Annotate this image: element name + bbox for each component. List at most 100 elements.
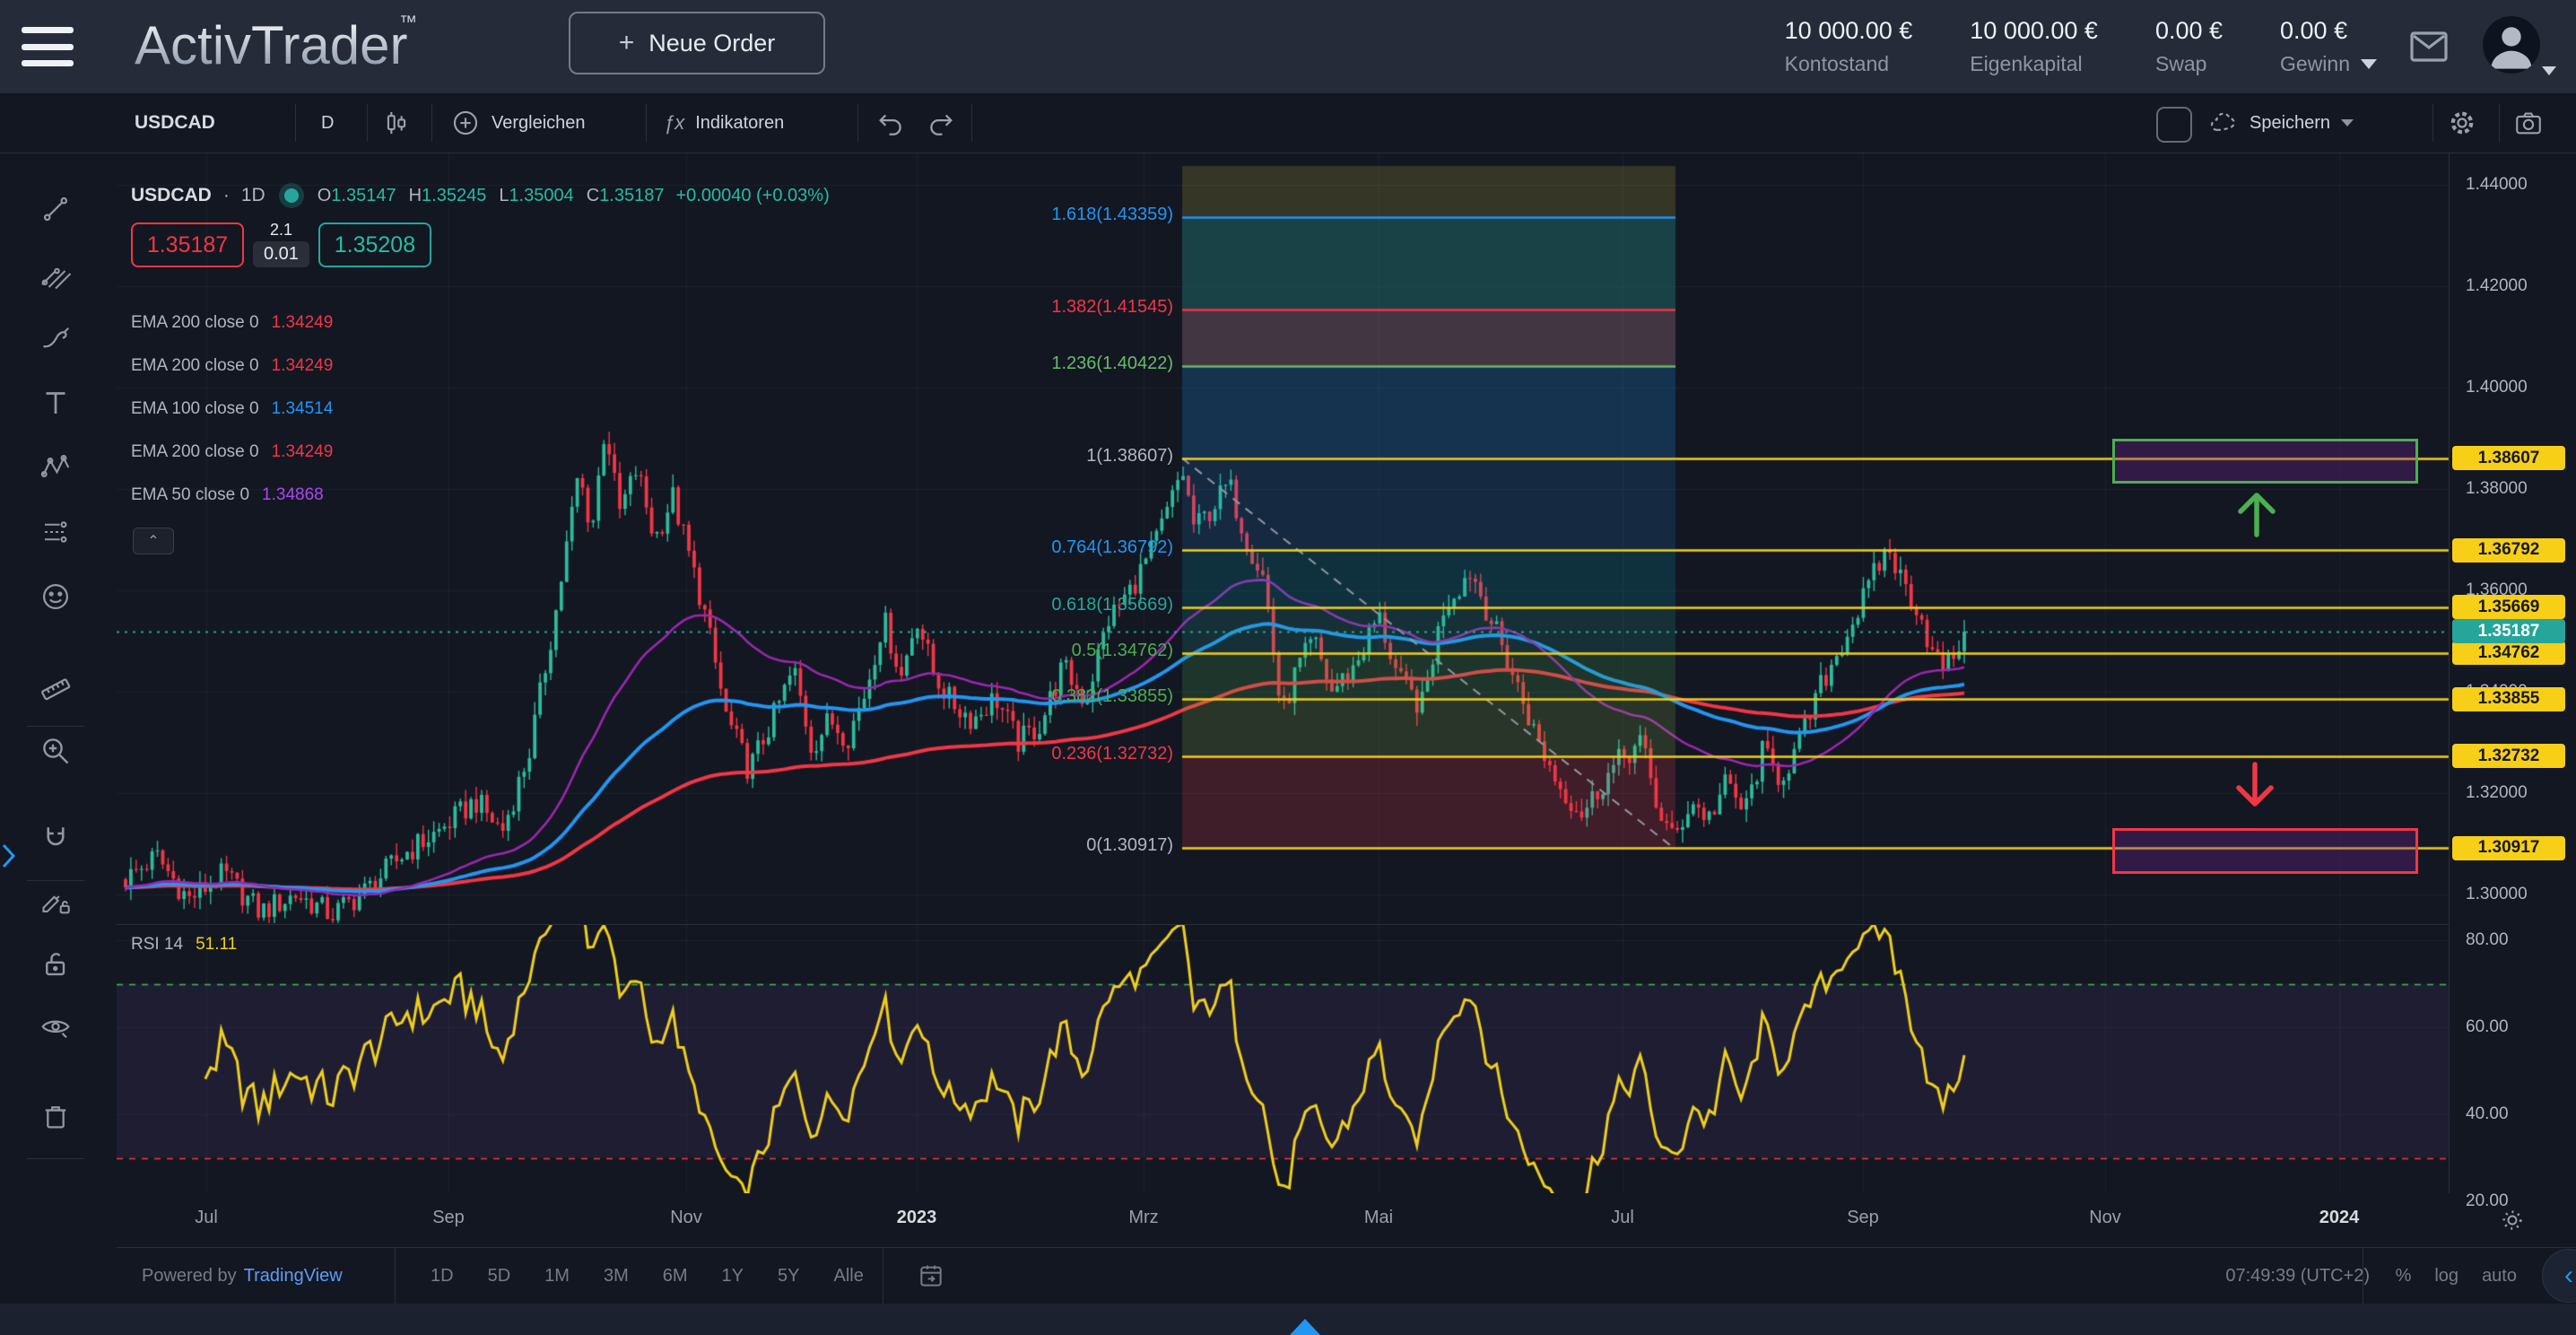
range-1d[interactable]: 1D — [420, 1261, 465, 1292]
clock[interactable]: 07:49:39 (UTC+2) — [2225, 1248, 2370, 1304]
new-order-button[interactable]: + Neue Order — [569, 12, 825, 74]
account-label: Gewinn — [2280, 52, 2350, 76]
log-toggle[interactable]: log — [2434, 1266, 2459, 1287]
chart-canvas[interactable] — [0, 0, 2576, 1335]
lot-size-field[interactable]: 0.01 — [253, 241, 309, 267]
goto-date-icon[interactable] — [917, 1261, 945, 1290]
candles-icon — [381, 108, 412, 138]
account-label: Kontostand — [1785, 52, 1913, 76]
undo-button[interactable] — [875, 93, 906, 153]
eye-icon[interactable] — [35, 1007, 76, 1048]
rsi-tick-label: 80.00 — [2466, 930, 2509, 950]
time-axis[interactable]: ❮ JulSepNov2023MrzMaiJulSepNov2024 — [0, 1193, 2576, 1247]
range-1m[interactable]: 1M — [534, 1261, 580, 1292]
sell-button[interactable]: 1.35187 — [131, 222, 244, 267]
save-caret-icon — [2341, 119, 2354, 127]
circle-plus-icon — [450, 108, 481, 138]
percent-toggle[interactable]: % — [2396, 1266, 2412, 1287]
magnet-icon[interactable] — [35, 818, 76, 859]
account-value: 0.00 € — [2280, 17, 2350, 45]
time-tick-label: Nov — [670, 1208, 702, 1228]
brush-icon[interactable] — [35, 318, 76, 359]
range-1y[interactable]: 1Y — [711, 1261, 754, 1292]
emoji-icon[interactable] — [35, 576, 76, 617]
spread-value: 2.1 — [270, 221, 292, 240]
settings-button[interactable] — [2447, 93, 2477, 153]
indicators-button[interactable]: ƒx Indikatoren — [664, 93, 784, 153]
price-axis[interactable]: 1.440001.420001.400001.380001.360001.340… — [2450, 153, 2576, 1247]
compare-button[interactable]: Vergleichen — [450, 93, 586, 153]
fib-icon[interactable] — [35, 253, 76, 294]
account-metric: 10 000.00 € Kontostand — [1785, 17, 1913, 76]
target-box-buy[interactable] — [2112, 439, 2418, 484]
price-tick-label: 1.44000 — [2466, 175, 2528, 195]
ruler-icon[interactable] — [35, 666, 76, 707]
account-metric: 10 000.00 €Eigenkapital — [1970, 17, 2098, 76]
time-tick-label: Nov — [2089, 1208, 2121, 1228]
trendline-icon[interactable] — [35, 188, 76, 230]
fx-icon: ƒx — [664, 111, 684, 135]
buy-button[interactable]: 1.35208 — [318, 222, 431, 267]
trademark: ™ — [399, 13, 417, 33]
avatar-caret-icon[interactable] — [2542, 66, 2556, 75]
drawing-toolbar — [0, 93, 117, 1303]
chart-style-button[interactable] — [381, 93, 412, 153]
mail-icon[interactable] — [2407, 25, 2450, 68]
auto-toggle[interactable]: auto — [2482, 1266, 2517, 1287]
account-caret-icon[interactable] — [2361, 59, 2377, 69]
time-tick-label: Mrz — [1128, 1208, 1158, 1228]
range-5y[interactable]: 5Y — [767, 1261, 810, 1292]
time-tick-label: Mai — [1364, 1208, 1393, 1228]
price-badge: 1.32732 — [2452, 744, 2565, 768]
legend-collapse-button[interactable]: ⌃ — [133, 528, 174, 554]
save-button[interactable]: Speichern — [2208, 93, 2354, 153]
rsi-tick-label: 20.00 — [2466, 1191, 2509, 1211]
range-3m[interactable]: 3M — [593, 1261, 640, 1292]
interval-button[interactable]: D — [321, 93, 334, 153]
time-tick-label: Jul — [195, 1208, 218, 1228]
redo-icon — [926, 108, 956, 138]
screenshot-button[interactable] — [2513, 93, 2544, 153]
range-5d[interactable]: 5D — [477, 1261, 522, 1292]
time-tick-label: Sep — [1847, 1208, 1879, 1228]
cloud-icon — [2208, 108, 2239, 138]
rsi-legend: RSI 14 51.11 — [131, 935, 237, 955]
price-badge: 1.38607 — [2452, 446, 2565, 470]
time-tick-label: Sep — [432, 1208, 465, 1228]
top-bar: ActivTrader ™ + Neue Order 10 000.00 €Ko… — [0, 0, 2576, 93]
range-6m[interactable]: 6M — [652, 1261, 699, 1292]
menu-icon[interactable] — [22, 27, 74, 66]
price-badge: 1.33855 — [2452, 687, 2565, 711]
redo-button[interactable] — [926, 93, 956, 153]
new-order-label: Neue Order — [648, 30, 775, 57]
price-tick-label: 1.30000 — [2466, 885, 2528, 904]
position-icon[interactable] — [35, 511, 76, 553]
price-tick-label: 1.40000 — [2466, 378, 2528, 397]
price-badge: 1.34762 — [2452, 641, 2565, 665]
notification-logo-tip — [1290, 1319, 1320, 1335]
layout-checkbox[interactable] — [2156, 107, 2192, 143]
trash-icon[interactable] — [35, 1096, 76, 1138]
time-tick-label: 2024 — [2319, 1208, 2360, 1228]
pane-separator[interactable] — [117, 924, 2449, 925]
text-icon[interactable] — [35, 382, 76, 423]
symbol-button[interactable]: USDCAD — [135, 93, 215, 153]
draw-lock-icon[interactable] — [35, 881, 76, 922]
avatar[interactable] — [2483, 16, 2540, 74]
tradingview-link[interactable]: TradingView — [244, 1266, 343, 1287]
up-arrow-drawing[interactable] — [2232, 490, 2282, 543]
time-tick-label: 2023 — [897, 1208, 937, 1228]
rsi-tick-label: 40.00 — [2466, 1104, 2509, 1124]
price-badge: 1.36792 — [2452, 538, 2565, 563]
scale-toggles: % log auto — [2396, 1248, 2517, 1304]
account-value: 10 000.00 € — [1785, 17, 1913, 45]
zoom-in-icon[interactable] — [35, 730, 76, 772]
target-box-sell[interactable] — [2112, 828, 2418, 874]
down-arrow-drawing[interactable] — [2230, 761, 2280, 814]
watchlist-expand-chevron-icon[interactable] — [0, 838, 18, 874]
app-footer-strip — [0, 1303, 2576, 1335]
range-alle[interactable]: Alle — [822, 1261, 874, 1292]
lock-icon[interactable] — [35, 944, 76, 985]
price-badge: 1.30917 — [2452, 836, 2565, 860]
pattern-icon[interactable] — [35, 447, 76, 488]
